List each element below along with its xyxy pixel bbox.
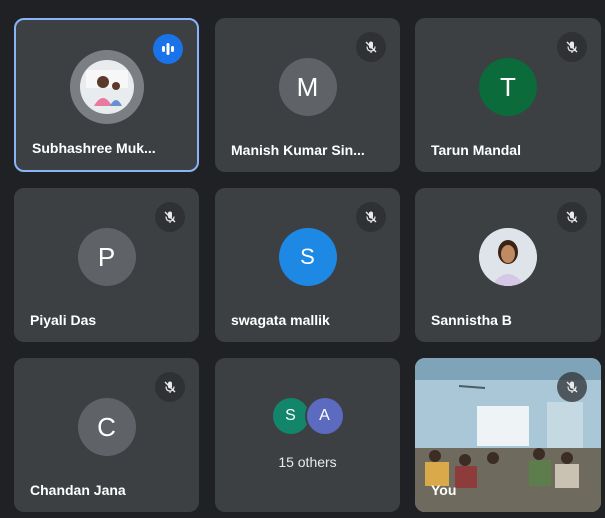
- participant-tile-piyali[interactable]: P Piyali Das: [14, 188, 199, 342]
- avatar: A: [304, 396, 345, 436]
- participant-tile-subhashree[interactable]: Subhashree Muk...: [14, 18, 199, 172]
- avatar: S: [278, 228, 337, 286]
- self-tile[interactable]: You: [415, 358, 601, 512]
- mic-off-icon: [155, 372, 185, 402]
- avatar: P: [77, 228, 136, 286]
- mic-off-icon: [557, 32, 587, 62]
- participant-name: swagata mallik: [231, 312, 330, 328]
- participant-tile-manish[interactable]: M Manish Kumar Sin...: [215, 18, 400, 172]
- avatar: T: [479, 58, 537, 116]
- mic-off-icon: [356, 202, 386, 232]
- mic-off-icon: [557, 372, 587, 402]
- audio-bars-icon: [153, 34, 183, 64]
- others-avatar-group: S A: [215, 396, 400, 436]
- participant-name: Manish Kumar Sin...: [231, 142, 365, 158]
- participant-name: Piyali Das: [30, 312, 97, 328]
- participant-tile-tarun[interactable]: T Tarun Mandal: [415, 18, 601, 172]
- avatar: C: [77, 398, 136, 456]
- others-tile[interactable]: S A 15 others: [215, 358, 400, 512]
- mic-off-icon: [155, 202, 185, 232]
- participant-tile-swagata[interactable]: S swagata mallik: [215, 188, 400, 342]
- mic-off-icon: [356, 32, 386, 62]
- participant-name: Sannistha B: [431, 312, 512, 328]
- mic-off-icon: [557, 202, 587, 232]
- avatar: [69, 50, 144, 124]
- participant-name: You: [431, 482, 457, 498]
- participant-name: Tarun Mandal: [431, 142, 521, 158]
- participant-name: Chandan Jana: [30, 482, 126, 498]
- others-count-label: 15 others: [278, 454, 337, 470]
- participant-tile-sannistha[interactable]: Sannistha B: [415, 188, 601, 342]
- avatar: [479, 228, 537, 286]
- avatar: M: [278, 58, 337, 116]
- participant-name: Subhashree Muk...: [32, 140, 156, 156]
- participant-tile-chandan[interactable]: C Chandan Jana: [14, 358, 199, 512]
